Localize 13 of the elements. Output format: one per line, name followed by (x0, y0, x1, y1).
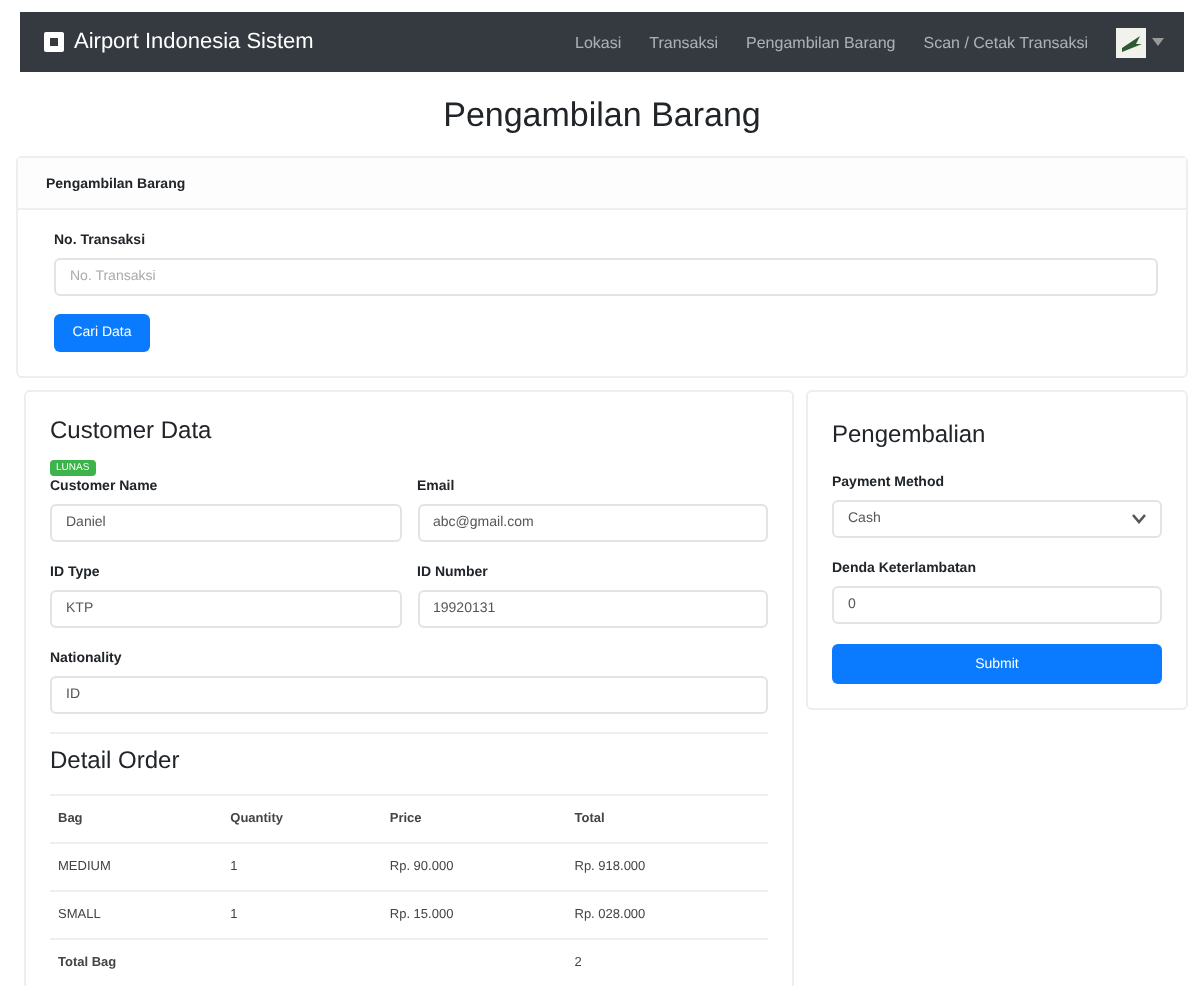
brand-name[interactable]: Airport Indonesia Sistem (74, 30, 314, 54)
caret-icon[interactable] (1152, 38, 1164, 46)
logo-icon (44, 32, 64, 52)
nav-link[interactable]: Scan / Cetak Transaksi (923, 33, 1088, 51)
nav-link[interactable]: Transaksi (649, 33, 719, 51)
page-title: Pengambilan Barang (441, 96, 763, 136)
chevron-down-icon (1132, 514, 1146, 524)
nav-link[interactable]: Lokasi (575, 33, 622, 51)
nav-link[interactable]: Pengambilan Barang (746, 33, 896, 51)
avatar-icon[interactable] (1116, 27, 1146, 57)
section-title: Pengembalian (832, 420, 988, 448)
section-title: Detail Order (50, 746, 182, 774)
section-title: Customer Data (50, 416, 214, 444)
